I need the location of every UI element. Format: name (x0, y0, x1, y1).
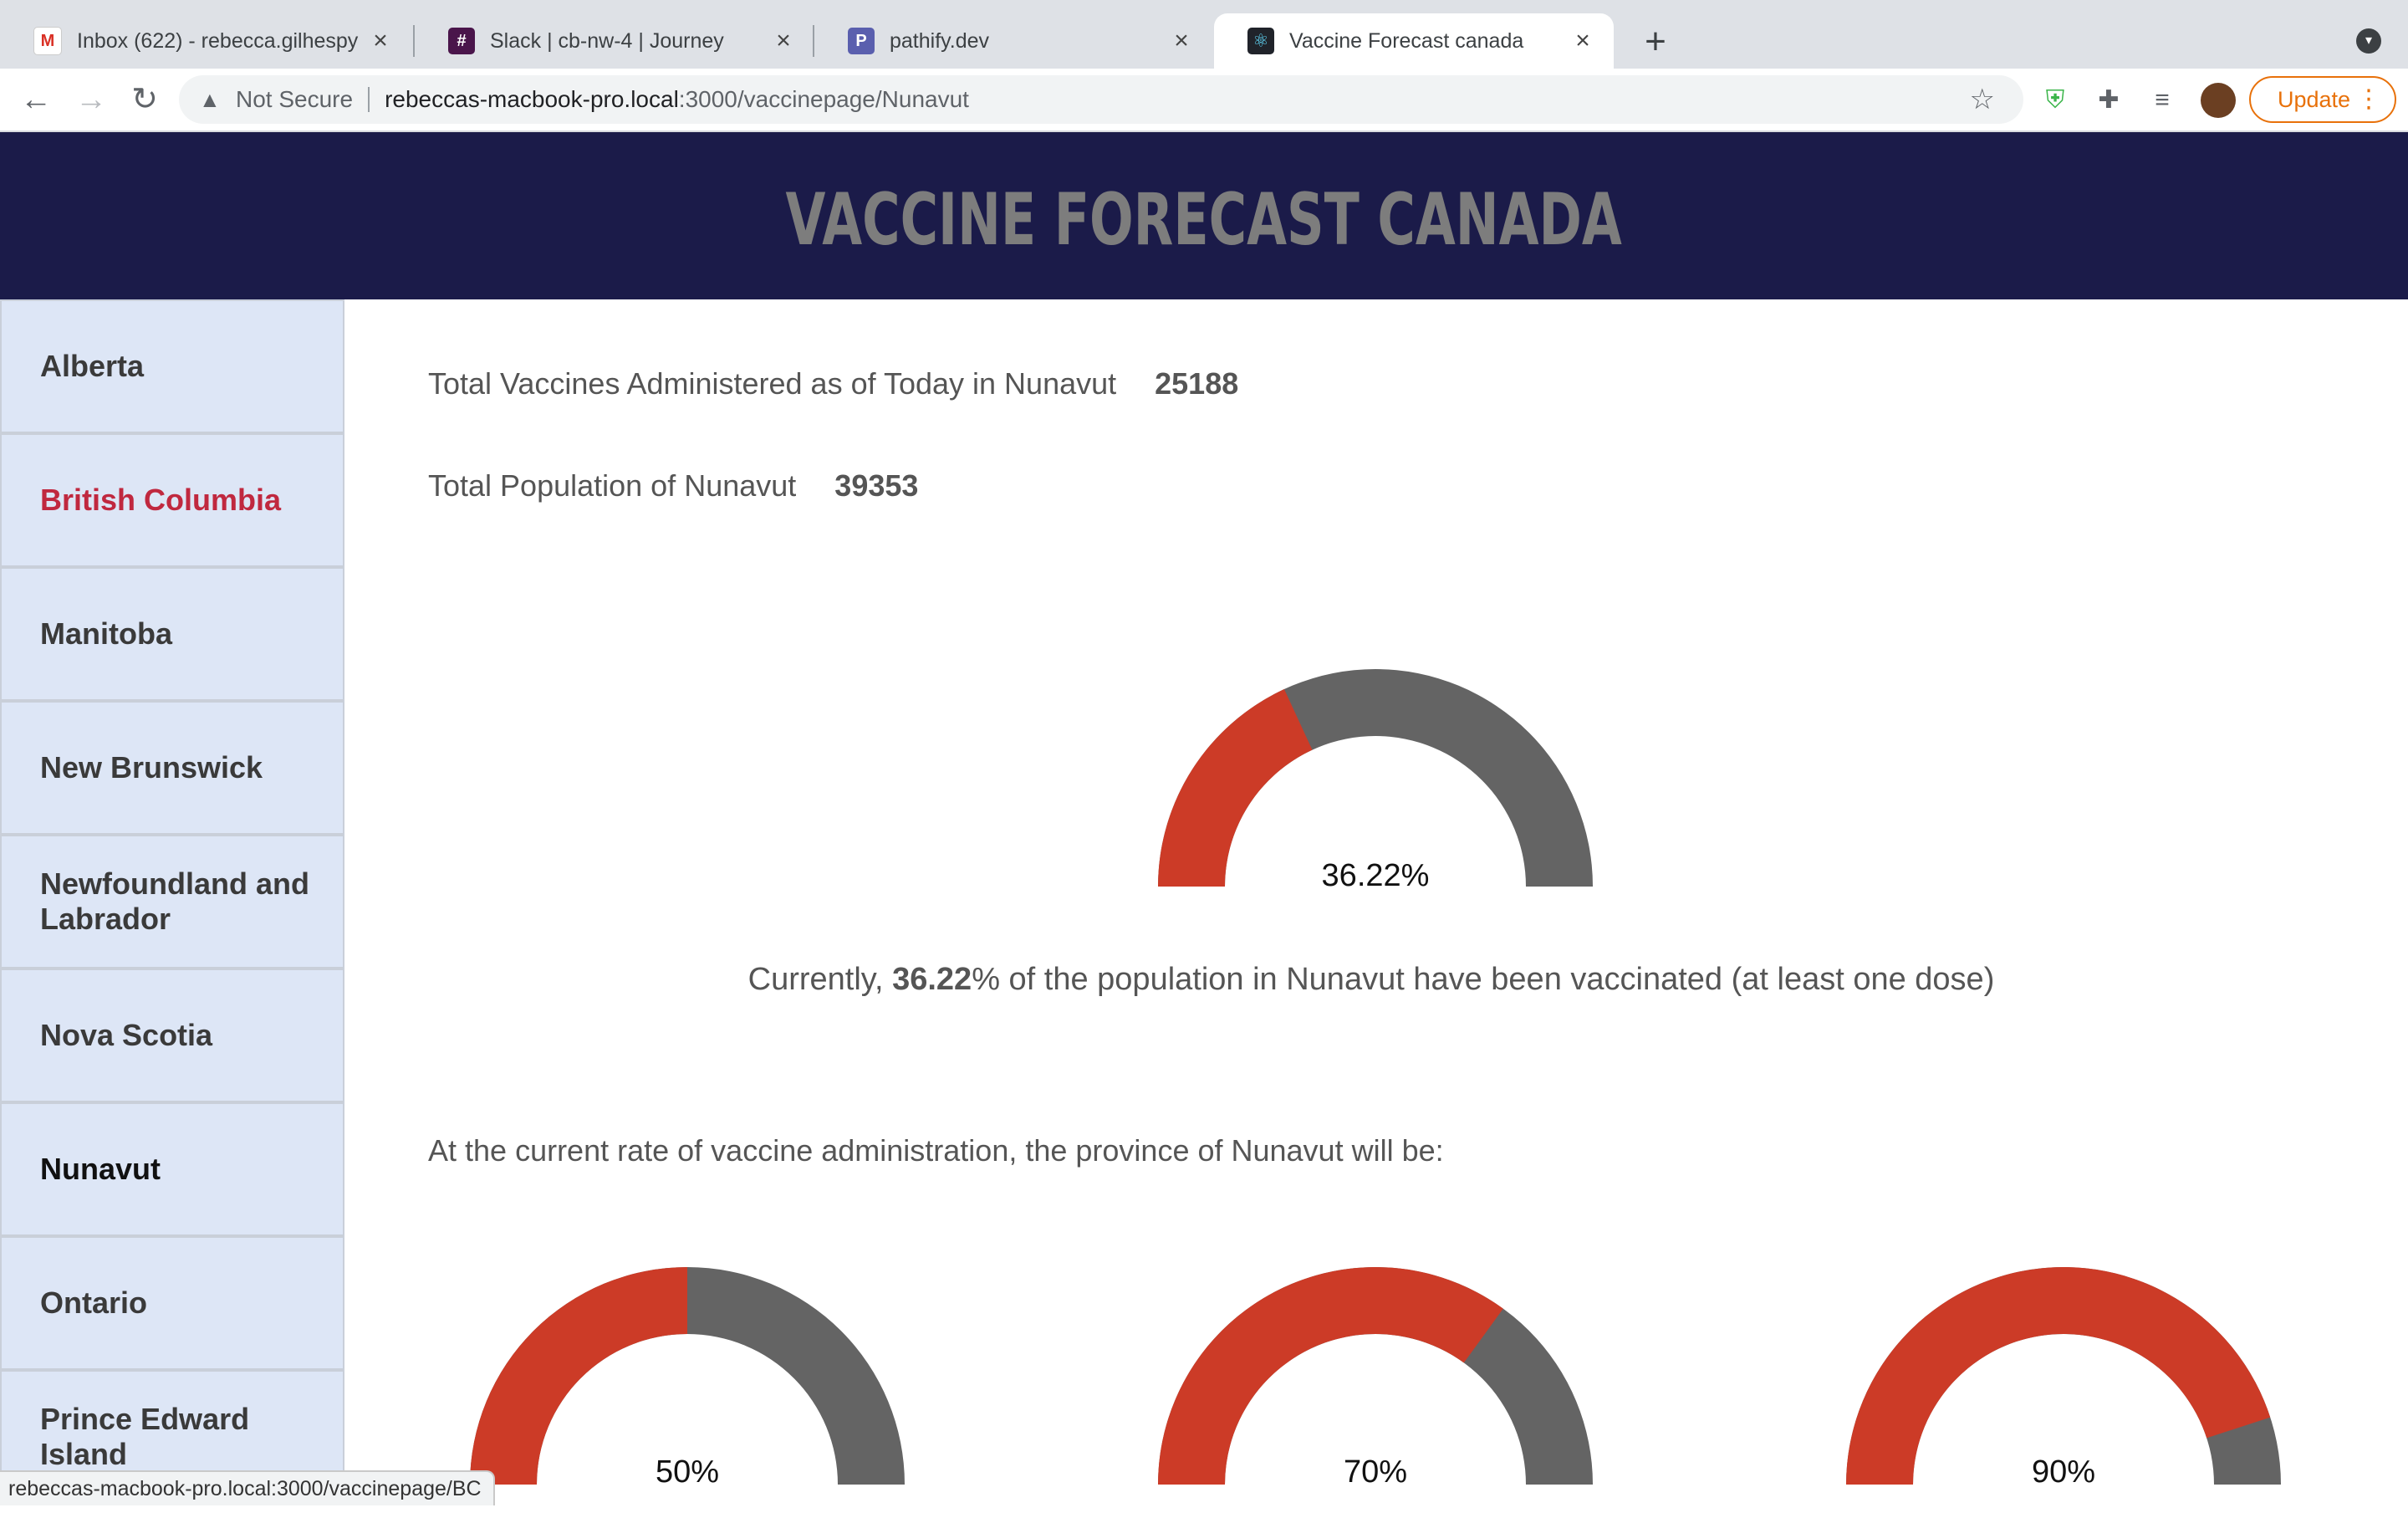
media-queue-icon[interactable]: ≡ (2145, 84, 2179, 117)
province-sidebar: Alberta British Columbia Manitoba New Br… (0, 299, 344, 1505)
sidebar-item-ontario[interactable]: Ontario (0, 1236, 344, 1370)
warning-icon: ▲ (199, 86, 221, 112)
more-menu-icon: ⋮ (2356, 85, 2381, 113)
reload-icon[interactable]: ↻ (124, 79, 166, 120)
gauge-percent-label: 36.22% (1321, 858, 1430, 893)
shield-extension-icon[interactable]: ⛨ (2038, 84, 2072, 117)
link-status-bubble: rebeccas-macbook-pro.local:3000/vaccinep… (0, 1470, 495, 1505)
browser-tab-gmail[interactable]: M Inbox (622) - rebecca.gilhespy × (0, 13, 411, 69)
close-tab-icon[interactable]: × (368, 27, 393, 55)
gauge-svg (1158, 669, 1593, 887)
react-icon: ⚛ (1247, 28, 1274, 54)
forecast-gauge-70: 70% (1158, 1267, 1593, 1518)
summary-percent: 36.22 (892, 962, 972, 997)
slack-icon: # (448, 28, 475, 54)
gauge-percent-label: 70% (1343, 1454, 1408, 1490)
gauge-filled-arc (470, 1267, 687, 1485)
url-path: :3000/vaccinepage/Nunavut (678, 86, 969, 112)
browser-toolbar: ← → ↻ ▲ Not Secure rebeccas-macbook-pro.… (0, 69, 2408, 132)
sidebar-item-british-columbia[interactable]: British Columbia (0, 433, 344, 567)
population-value: 39353 (834, 468, 919, 503)
summary-suffix: % of the population in Nunavut have been… (972, 962, 1995, 997)
sidebar-item-newfoundland-and-labrador[interactable]: Newfoundland and Labrador (0, 835, 344, 969)
browser-tab-pathify[interactable]: P pathify.dev × (814, 13, 1212, 69)
gauge-filled-arc (1158, 1267, 1503, 1485)
browser-tab-vaccine-forecast[interactable]: ⚛ Vaccine Forecast canada × (1214, 13, 1614, 69)
gauge-filled-arc (1158, 688, 1313, 887)
vaccination-summary: Currently, 36.22% of the population in N… (428, 962, 2314, 998)
security-status[interactable]: Not Secure (236, 86, 353, 113)
gauge-svg (1158, 1267, 1593, 1485)
tab-title: Vaccine Forecast canada (1289, 28, 1524, 53)
gauge-percent-label: 50% (655, 1454, 720, 1490)
sidebar-item-new-brunswick[interactable]: New Brunswick (0, 701, 344, 835)
vaccines-administered-value: 25188 (1155, 366, 1239, 401)
address-divider (368, 87, 370, 112)
close-tab-icon[interactable]: × (771, 27, 796, 55)
update-button[interactable]: Update ⋮ (2249, 76, 2396, 123)
close-tab-icon[interactable]: × (1570, 27, 1595, 55)
sidebar-item-nova-scotia[interactable]: Nova Scotia (0, 969, 344, 1102)
tab-title: pathify.dev (890, 28, 990, 53)
back-arrow-icon[interactable]: ← (15, 79, 57, 120)
address-bar[interactable]: ▲ Not Secure rebeccas-macbook-pro.local … (179, 75, 2023, 124)
site-header: Vaccine Forecast Canada (0, 132, 2408, 299)
tab-title: Slack | cb-nw-4 | Journey (490, 28, 724, 53)
url-host: rebeccas-macbook-pro.local (385, 86, 679, 112)
site-title: Vaccine Forecast Canada (785, 178, 1623, 262)
forecast-gauge-90: 90% (1846, 1267, 2281, 1518)
gauge-filled-arc (1846, 1267, 2271, 1485)
browser-tab-slack[interactable]: # Slack | cb-nw-4 | Journey × (415, 13, 814, 69)
population-label: Total Population of Nunavut (428, 468, 797, 503)
tab-search-icon[interactable]: ▾ (2356, 28, 2381, 54)
puzzle-extensions-icon[interactable]: ✚ (2092, 84, 2125, 117)
summary-prefix: Currently, (747, 962, 884, 997)
bookmark-star-icon[interactable]: ☆ (1970, 83, 1995, 116)
update-label: Update (2278, 86, 2351, 112)
pathify-icon: P (848, 28, 875, 54)
gauge-percent-label: 90% (2031, 1454, 2096, 1490)
gmail-icon: M (33, 27, 62, 55)
gauge-svg (1846, 1267, 2281, 1485)
close-tab-icon[interactable]: × (1169, 27, 1194, 55)
forward-arrow-icon[interactable]: → (70, 79, 112, 120)
sidebar-item-nunavut[interactable]: Nunavut (0, 1102, 344, 1236)
vaccines-administered-stat: Total Vaccines Administered as of Today … (428, 366, 1238, 401)
tab-title: Inbox (622) - rebecca.gilhespy (77, 28, 359, 53)
new-tab-button[interactable]: + (1635, 18, 1676, 65)
vaccines-administered-label: Total Vaccines Administered as of Today … (428, 366, 1117, 401)
population-stat: Total Population of Nunavut 39353 (428, 468, 918, 503)
profile-avatar[interactable] (2201, 83, 2236, 118)
forecast-gauge-50: 50% (470, 1267, 905, 1518)
forecast-intro: At the current rate of vaccine administr… (428, 1133, 1444, 1168)
sidebar-item-alberta[interactable]: Alberta (0, 299, 344, 433)
gauge-svg (470, 1267, 905, 1485)
current-vaccination-gauge: 36.22% (1158, 669, 1593, 920)
sidebar-item-manitoba[interactable]: Manitoba (0, 567, 344, 701)
browser-tab-strip: M Inbox (622) - rebecca.gilhespy × # Sla… (0, 0, 2408, 69)
